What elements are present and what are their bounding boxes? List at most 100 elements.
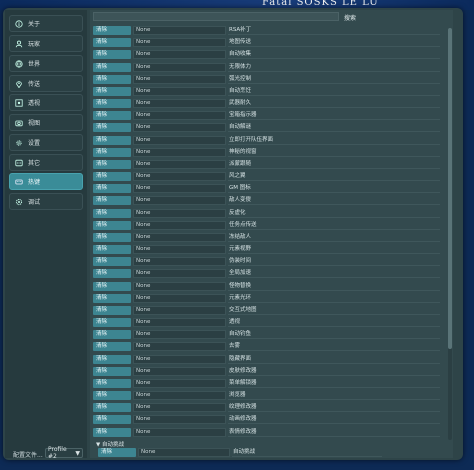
hotkey-field[interactable]: None [133,184,226,194]
hotkey-label: 宝箱指示器 [228,111,440,121]
sidebar-item-label: 设置 [28,140,41,147]
sidebar-item-label: 热键 [28,179,41,186]
sidebar-item-keyboard[interactable]: 热键 [9,173,83,190]
profile-select[interactable]: Profile #2 ▼ [45,446,83,460]
sidebar-item-debug[interactable]: 调试 [9,193,83,210]
clear-button[interactable]: 清除 [93,99,131,109]
hotkey-field[interactable]: None [133,330,226,340]
hotkey-label: 隐藏界面 [228,355,440,364]
hotkey-label: 自动烹饪 [228,87,440,96]
sidebar-item-camera[interactable]: 视图 [9,114,83,131]
sidebar-item-label: 玩家 [28,41,41,48]
clear-button[interactable]: 清除 [93,172,131,182]
clear-button[interactable]: 清除 [93,184,131,194]
hotkey-row: 清除 None 冻结敌人 [90,232,446,244]
hotkey-label: 敌人变傻 [228,196,440,206]
clear-button[interactable]: 清除 [93,366,131,376]
hotkey-field[interactable]: None [133,269,226,279]
hotkey-field[interactable]: None [133,26,226,35]
hotkey-field[interactable]: None [133,147,226,157]
hotkey-field[interactable]: None [133,99,226,109]
clear-button[interactable]: 清除 [93,147,131,157]
hotkey-label: 无限体力 [228,63,440,72]
clear-button[interactable]: 清除 [93,74,131,84]
hotkey-field[interactable]: None [133,159,226,169]
clear-button[interactable]: 清除 [93,123,131,133]
hotkey-field[interactable]: None [133,318,226,328]
hotkey-row: 清除 None 武器耐久 [90,98,446,110]
scrollbar[interactable] [448,28,452,440]
sidebar-item-eye[interactable]: 透视 [9,94,83,111]
clear-button[interactable]: 清除 [93,269,131,279]
clear-button[interactable]: 清除 [93,391,131,401]
hotkey-field[interactable]: None [133,208,226,218]
clear-button[interactable]: 清除 [93,26,131,35]
sidebar-item-globe[interactable]: 世界 [9,55,83,72]
hotkey-label: 浏览器 [228,391,440,401]
sidebar-item-info[interactable]: 关于 [9,15,83,32]
hotkey-field[interactable]: None [133,257,226,267]
hotkey-field[interactable]: None [133,281,226,291]
hotkey-field[interactable]: None [133,172,226,182]
hotkey-field[interactable]: None [133,342,226,352]
hotkey-field[interactable]: None [133,38,226,48]
clear-button[interactable]: 清除 [98,448,136,457]
hotkey-field[interactable]: None [133,293,226,303]
sidebar-item-more[interactable]: 其它 [9,154,83,171]
clear-button[interactable]: 清除 [93,208,131,218]
hotkey-field[interactable]: None [133,403,226,413]
clear-button[interactable]: 清除 [93,415,131,425]
hotkey-field[interactable]: None [133,86,226,96]
hotkey-field[interactable]: None [133,354,226,364]
clear-button[interactable]: 清除 [93,403,131,413]
clear-button[interactable]: 清除 [93,281,131,291]
hotkey-label: RSA补丁 [228,26,440,35]
hotkey-field[interactable]: None [133,123,226,133]
clear-button[interactable]: 清除 [93,111,131,121]
clear-button[interactable]: 清除 [93,245,131,255]
clear-button[interactable]: 清除 [93,427,131,437]
clear-button[interactable]: 清除 [93,305,131,315]
hotkey-field[interactable]: None [133,196,226,206]
hotkey-field[interactable]: None [133,245,226,255]
scrollbar-thumb[interactable] [448,28,452,350]
clear-button[interactable]: 清除 [93,38,131,48]
clear-button[interactable]: 清除 [93,50,131,60]
hotkey-label: 立即打开队伍界面 [228,136,440,145]
clear-button[interactable]: 清除 [93,354,131,364]
clear-button[interactable]: 清除 [93,62,131,72]
hotkey-field[interactable]: None [133,305,226,315]
hotkey-field[interactable]: None [133,50,226,60]
hotkey-field[interactable]: None [138,448,230,457]
sidebar-item-user[interactable]: 玩家 [9,35,83,52]
clear-button[interactable]: 清除 [93,196,131,206]
clear-button[interactable]: 清除 [93,232,131,242]
clear-button[interactable]: 清除 [93,293,131,303]
clear-button[interactable]: 清除 [93,220,131,230]
hotkey-field[interactable]: None [133,74,226,84]
search-button[interactable]: 搜索 [344,13,356,22]
clear-button[interactable]: 清除 [93,86,131,96]
clear-button[interactable]: 清除 [93,378,131,388]
sidebar-item-gear[interactable]: 设置 [9,134,83,151]
clear-button[interactable]: 清除 [93,342,131,352]
sidebar-item-location[interactable]: 传送 [9,75,83,92]
clear-button[interactable]: 清除 [93,135,131,145]
hotkey-field[interactable]: None [133,391,226,401]
hotkey-field[interactable]: None [133,135,226,145]
clear-button[interactable]: 清除 [93,318,131,328]
clear-button[interactable]: 清除 [93,257,131,267]
hotkey-field[interactable]: None [133,62,226,72]
hotkey-field[interactable]: None [133,220,226,230]
hotkey-label: 自动挑战 [232,448,382,457]
hotkey-field[interactable]: None [133,378,226,388]
search-input[interactable] [93,12,339,21]
hotkey-field[interactable]: None [133,415,226,425]
hotkey-field[interactable]: None [133,366,226,376]
hotkey-row: 清除 None 皮肤修改器 [90,366,446,378]
clear-button[interactable]: 清除 [93,330,131,340]
hotkey-field[interactable]: None [133,427,226,437]
hotkey-field[interactable]: None [133,111,226,121]
hotkey-field[interactable]: None [133,232,226,242]
clear-button[interactable]: 清除 [93,159,131,169]
